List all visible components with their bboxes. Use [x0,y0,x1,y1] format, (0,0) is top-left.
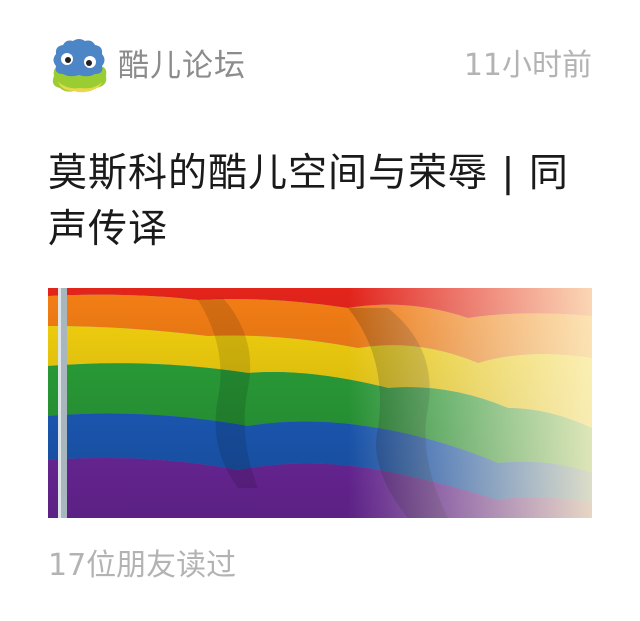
friends-read-count: 17位朋友读过 [48,548,237,583]
account-avatar[interactable] [48,36,110,94]
article-title[interactable]: 莫斯科的酷儿空间与荣辱 | 同声传译 [48,146,596,258]
cover-image[interactable] [48,288,592,518]
publish-time: 11小时前 [463,48,592,83]
article-card[interactable]: 酷儿论坛 11小时前 莫斯科的酷儿空间与荣辱 | 同声传译 17位朋友读过 [0,0,640,621]
card-header: 酷儿论坛 11小时前 [48,36,592,96]
rainbow-flag-image [48,288,592,518]
account-name[interactable]: 酷儿论坛 [118,48,246,84]
blob-monster-avatar-icon [52,39,107,93]
